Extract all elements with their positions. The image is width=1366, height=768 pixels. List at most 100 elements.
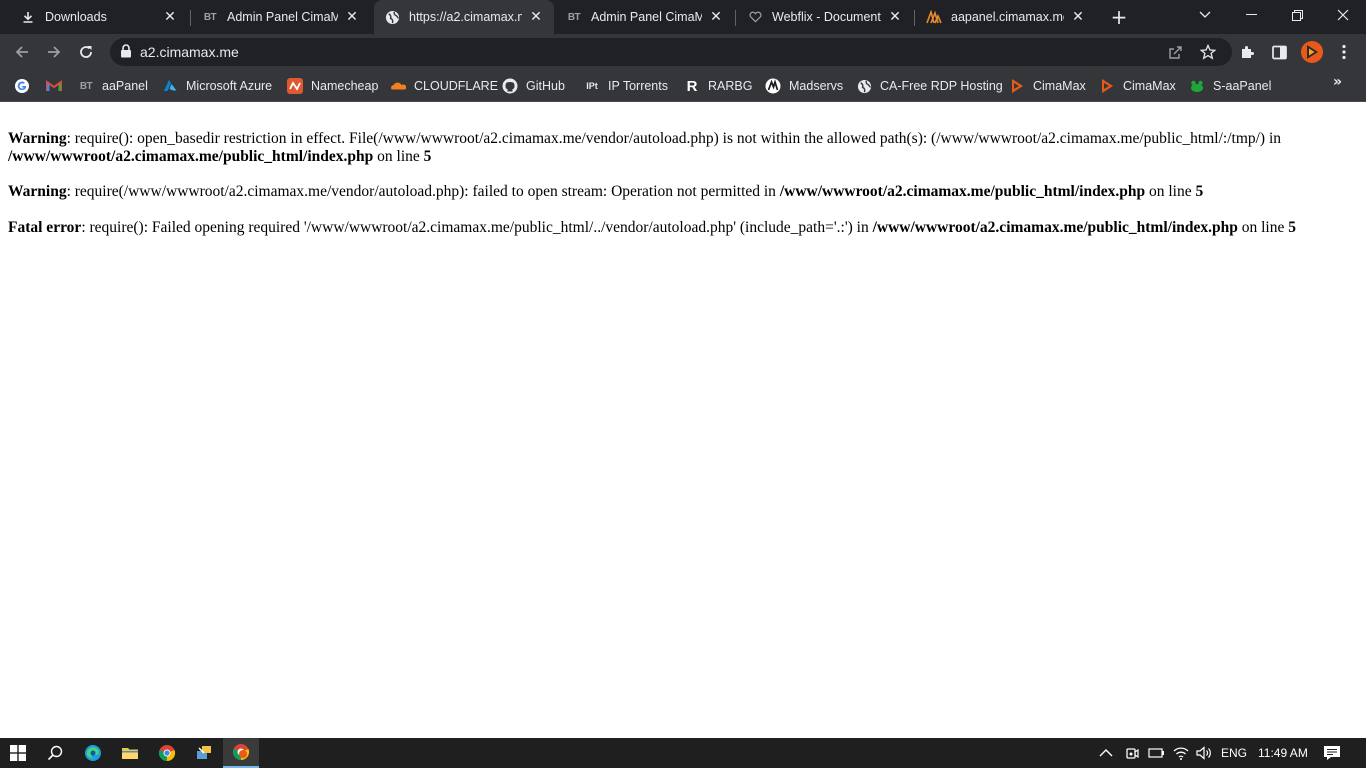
meet-now-icon[interactable] [1124, 738, 1140, 768]
error-on-line: on line [1145, 183, 1196, 200]
back-button[interactable] [8, 38, 36, 66]
reload-button[interactable] [72, 38, 100, 66]
bookmark-label: S-aaPanel [1213, 79, 1272, 93]
bookmark-label: CimaMax [1033, 79, 1086, 93]
language-indicator[interactable]: ENG [1221, 738, 1247, 768]
bookmark-madservs[interactable]: Madservs [765, 74, 843, 98]
network-ethernet-icon[interactable] [1147, 738, 1165, 768]
bt-icon: BT [567, 11, 581, 23]
error-file: /www/wwwroot/a2.cimamax.me/public_html/i… [779, 183, 1146, 200]
notification-center-icon[interactable] [1323, 738, 1341, 768]
bookmark-aapanel[interactable]: BT aaPanel [78, 74, 148, 98]
profile-avatar[interactable] [1298, 38, 1326, 66]
close-icon[interactable]: ✕ [887, 9, 903, 25]
error-level: Fatal error [8, 219, 82, 236]
edge-icon[interactable] [75, 738, 111, 768]
clock-time[interactable]: 11:49 AM [1258, 738, 1308, 768]
address-bar[interactable]: a2.cimamax.me [110, 38, 1232, 66]
bookmark-cloudflare[interactable]: CLOUDFLARE [390, 74, 498, 98]
lock-icon[interactable] [120, 43, 132, 62]
bookmark-s-aapanel[interactable]: S-aaPanel [1189, 74, 1271, 98]
tab-separator [190, 10, 191, 26]
globe-icon [856, 78, 872, 94]
bookmark-star-icon[interactable] [1194, 38, 1222, 66]
share-icon[interactable] [1162, 38, 1190, 66]
tray-chevron-up-icon[interactable] [1099, 738, 1113, 768]
tab-title: Admin Panel CimaMax [227, 10, 338, 24]
tab-admin-panel-1[interactable]: BT Admin Panel CimaMax ✕ [192, 0, 370, 34]
volume-icon[interactable] [1196, 738, 1214, 768]
error-line-number: 5 [1195, 183, 1204, 200]
remote-desktop-icon[interactable] [186, 738, 222, 768]
forward-button[interactable] [40, 38, 68, 66]
download-icon [20, 9, 36, 25]
close-icon[interactable]: ✕ [1070, 9, 1086, 25]
error-line-number: 5 [1288, 219, 1296, 236]
tab-aapanel[interactable]: aapanel.cimamax.me:8888 ✕ [916, 0, 1096, 34]
bookmark-label: CimaMax [1123, 79, 1176, 93]
minimize-button[interactable] [1228, 0, 1274, 30]
tab-title: aapanel.cimamax.me:8888 [951, 10, 1064, 24]
bookmark-cimamax-2[interactable]: CimaMax [1099, 74, 1176, 98]
side-panel-icon[interactable] [1265, 38, 1293, 66]
bookmarks-overflow-button[interactable]: » [1333, 74, 1342, 90]
page-content: Warning : require(): open_basedir restric… [0, 103, 1366, 738]
error-file: /www/wwwroot/a2.cimamax.me/public_html/i… [872, 219, 1238, 236]
bookmark-label: aaPanel [102, 79, 148, 93]
bt-icon: BT [203, 11, 217, 23]
search-icon[interactable] [37, 738, 73, 768]
chrome-taskbar-active[interactable] [223, 738, 259, 768]
tab-title: Admin Panel CimaMax [591, 10, 702, 24]
bookmark-label: CA-Free RDP Hosting [880, 79, 1003, 93]
tab-strip: Downloads ✕ BT Admin Panel CimaMax ✕ htt… [0, 0, 1366, 34]
bookmarks-bar: BT aaPanel Microsoft Azure Namecheap CLO… [0, 70, 1366, 102]
bookmark-ca-free-rdp[interactable]: CA-Free RDP Hosting [856, 74, 1003, 98]
start-button[interactable] [0, 738, 36, 768]
restore-button[interactable] [1274, 0, 1320, 30]
tab-downloads[interactable]: Downloads ✕ [10, 0, 188, 34]
extensions-icon[interactable] [1233, 38, 1261, 66]
tab-separator [914, 10, 915, 26]
bookmark-label: GitHub [526, 79, 565, 93]
bookmark-label: RARBG [708, 79, 753, 93]
rarbg-icon: R [686, 77, 698, 95]
bookmark-namecheap[interactable]: Namecheap [287, 74, 378, 98]
error-text: : require(): Failed opening required '/w… [81, 219, 873, 236]
error-level: Warning [8, 183, 67, 200]
error-text: : require(): open_basedir restriction in… [66, 130, 1282, 147]
bookmark-microsoft-azure[interactable]: Microsoft Azure [162, 74, 272, 98]
tab-a2-cimamax[interactable]: https://a2.cimamax.me ✕ [374, 0, 554, 34]
close-icon[interactable]: ✕ [344, 9, 360, 25]
close-icon[interactable]: ✕ [162, 9, 178, 25]
wifi-icon[interactable] [1173, 738, 1189, 768]
github-icon [502, 78, 518, 94]
chrome-icon[interactable] [149, 738, 185, 768]
bookmark-google[interactable] [14, 74, 30, 98]
namecheap-icon [287, 78, 303, 94]
heart-icon [747, 9, 763, 25]
close-icon[interactable]: ✕ [708, 9, 724, 25]
bookmark-github[interactable]: GitHub [502, 74, 565, 98]
error-file: /www/wwwroot/a2.cimamax.me/public_html/i… [8, 148, 374, 165]
new-tab-button[interactable]: + [1108, 5, 1130, 29]
bookmark-ip-torrents[interactable]: IPt IP Torrents [584, 74, 668, 98]
browser-toolbar: a2.cimamax.me [0, 34, 1366, 70]
bookmark-gmail[interactable] [46, 74, 62, 98]
tab-title: Webflix - Documentation [772, 10, 881, 24]
tab-search-button[interactable] [1182, 0, 1228, 30]
bookmark-cimamax-1[interactable]: CimaMax [1009, 74, 1086, 98]
bookmark-label: Microsoft Azure [186, 79, 273, 93]
menu-kebab-icon[interactable] [1330, 38, 1358, 66]
bookmark-rarbg[interactable]: R RARBG [684, 74, 753, 98]
php-error-message: Warning: require(/www/wwwroot/a2.cimamax… [8, 183, 1358, 201]
error-on-line: on line [373, 148, 424, 165]
close-icon[interactable]: ✕ [528, 9, 544, 25]
globe-icon [384, 9, 400, 25]
tab-webflix-docs[interactable]: Webflix - Documentation ✕ [737, 0, 913, 34]
error-text: : require(/www/wwwroot/a2.cimamax.me/ven… [66, 183, 780, 200]
file-explorer-icon[interactable] [112, 738, 148, 768]
google-icon [14, 78, 30, 94]
cloudflare-icon [390, 78, 406, 94]
tab-admin-panel-2[interactable]: BT Admin Panel CimaMax ✕ [556, 0, 734, 34]
close-window-button[interactable] [1320, 0, 1366, 30]
